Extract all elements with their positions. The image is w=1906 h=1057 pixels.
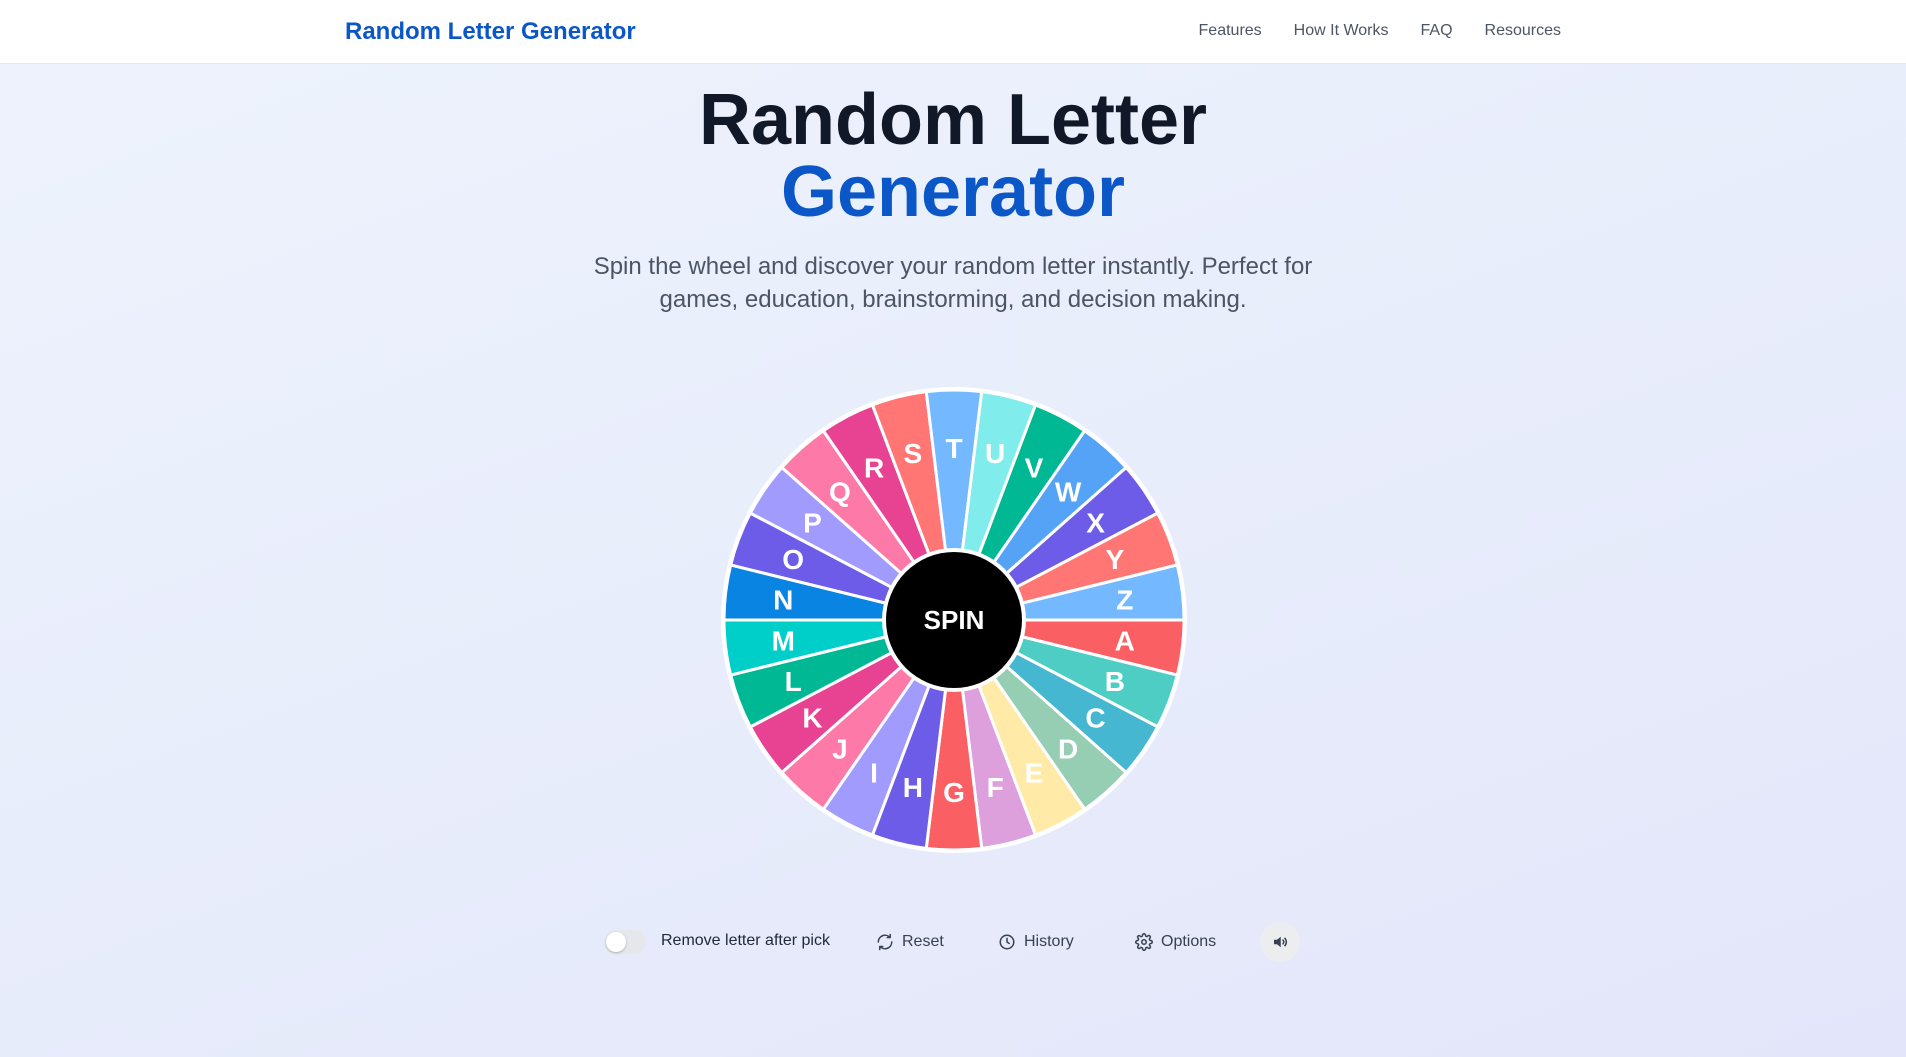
- wheel-letter-m: M: [772, 626, 795, 657]
- nav-link-features[interactable]: Features: [1199, 22, 1262, 40]
- wheel-letter-n: N: [773, 584, 793, 615]
- history-button-label: History: [1024, 933, 1074, 950]
- gear-icon: [1135, 933, 1153, 951]
- wheel-letter-q: Q: [829, 476, 851, 507]
- nav-link-how-it-works[interactable]: How It Works: [1294, 22, 1389, 40]
- page-title-line2: Generator: [780, 152, 1126, 232]
- toggle-knob: [606, 932, 626, 952]
- top-navbar: Random Letter Generator Features How It …: [0, 0, 1906, 64]
- wheel-letter-c: C: [1085, 703, 1105, 734]
- history-button[interactable]: History: [998, 922, 1074, 962]
- wheel-letter-o: O: [782, 544, 804, 575]
- wheel-letter-x: X: [1086, 507, 1105, 538]
- spin-button[interactable]: SPIN: [882, 548, 1026, 692]
- letter-wheel-svg[interactable]: ABCDEFGHIJKLMNOPQR S T U VWXYZ SPIN: [719, 385, 1189, 855]
- refresh-icon: [877, 933, 893, 951]
- wheel-letter-g: G: [943, 777, 965, 808]
- wheel-letter-y: Y: [1105, 544, 1124, 575]
- wheel-letter-k: K: [802, 703, 822, 734]
- wheel-letter-d: D: [1058, 734, 1078, 765]
- wheel-letter-w: W: [1055, 476, 1082, 507]
- main-nav: Features How It Works FAQ Resources: [1199, 22, 1561, 40]
- reset-button-label: Reset: [902, 933, 944, 950]
- speaker-icon: [1274, 936, 1287, 948]
- wheel-letter-b: B: [1105, 666, 1125, 697]
- wheel-letter-s: S: [903, 438, 922, 469]
- options-button[interactable]: Options: [1135, 922, 1216, 962]
- remove-letter-toggle-label: Remove letter after pick: [661, 932, 830, 949]
- reset-button[interactable]: Reset: [876, 922, 944, 962]
- controls-bar: Remove letter after pick Reset History O…: [0, 922, 1906, 962]
- wheel-letter-l: L: [785, 666, 802, 697]
- wheel-letter-h: H: [903, 772, 923, 803]
- wheel-letter-r: R: [864, 453, 884, 484]
- nav-link-resources[interactable]: Resources: [1485, 22, 1561, 40]
- wheel-letter-t: T: [945, 433, 962, 464]
- wheel-letter-i: I: [870, 757, 878, 788]
- nav-link-faq[interactable]: FAQ: [1421, 22, 1453, 40]
- remove-letter-toggle[interactable]: [604, 930, 646, 954]
- page-title-line1: Random Letter: [698, 80, 1208, 160]
- wheel-letter-v: V: [1025, 453, 1044, 484]
- wheel-letter-z: Z: [1116, 584, 1133, 615]
- page-title: Random Letter Generator: [0, 84, 1906, 228]
- letter-wheel[interactable]: ABCDEFGHIJKLMNOPQRSTUVWXYZ SPIN: [719, 385, 1189, 855]
- wheel-letter-f: F: [987, 772, 1004, 803]
- options-button-label: Options: [1161, 933, 1217, 950]
- sound-toggle-button[interactable]: [1260, 922, 1300, 962]
- wheel-letter-j: J: [832, 734, 848, 765]
- brand-logo-link[interactable]: Random Letter Generator: [345, 18, 636, 46]
- wheel-letter-a: A: [1115, 626, 1135, 657]
- wheel-letter-p: P: [803, 507, 822, 538]
- spin-button-label: SPIN: [924, 605, 985, 635]
- wheel-letter-e: E: [1025, 757, 1044, 788]
- clock-icon: [999, 934, 1015, 950]
- page-subtitle: Spin the wheel and discover your random …: [593, 253, 1313, 313]
- wheel-letter-u: U: [985, 438, 1005, 469]
